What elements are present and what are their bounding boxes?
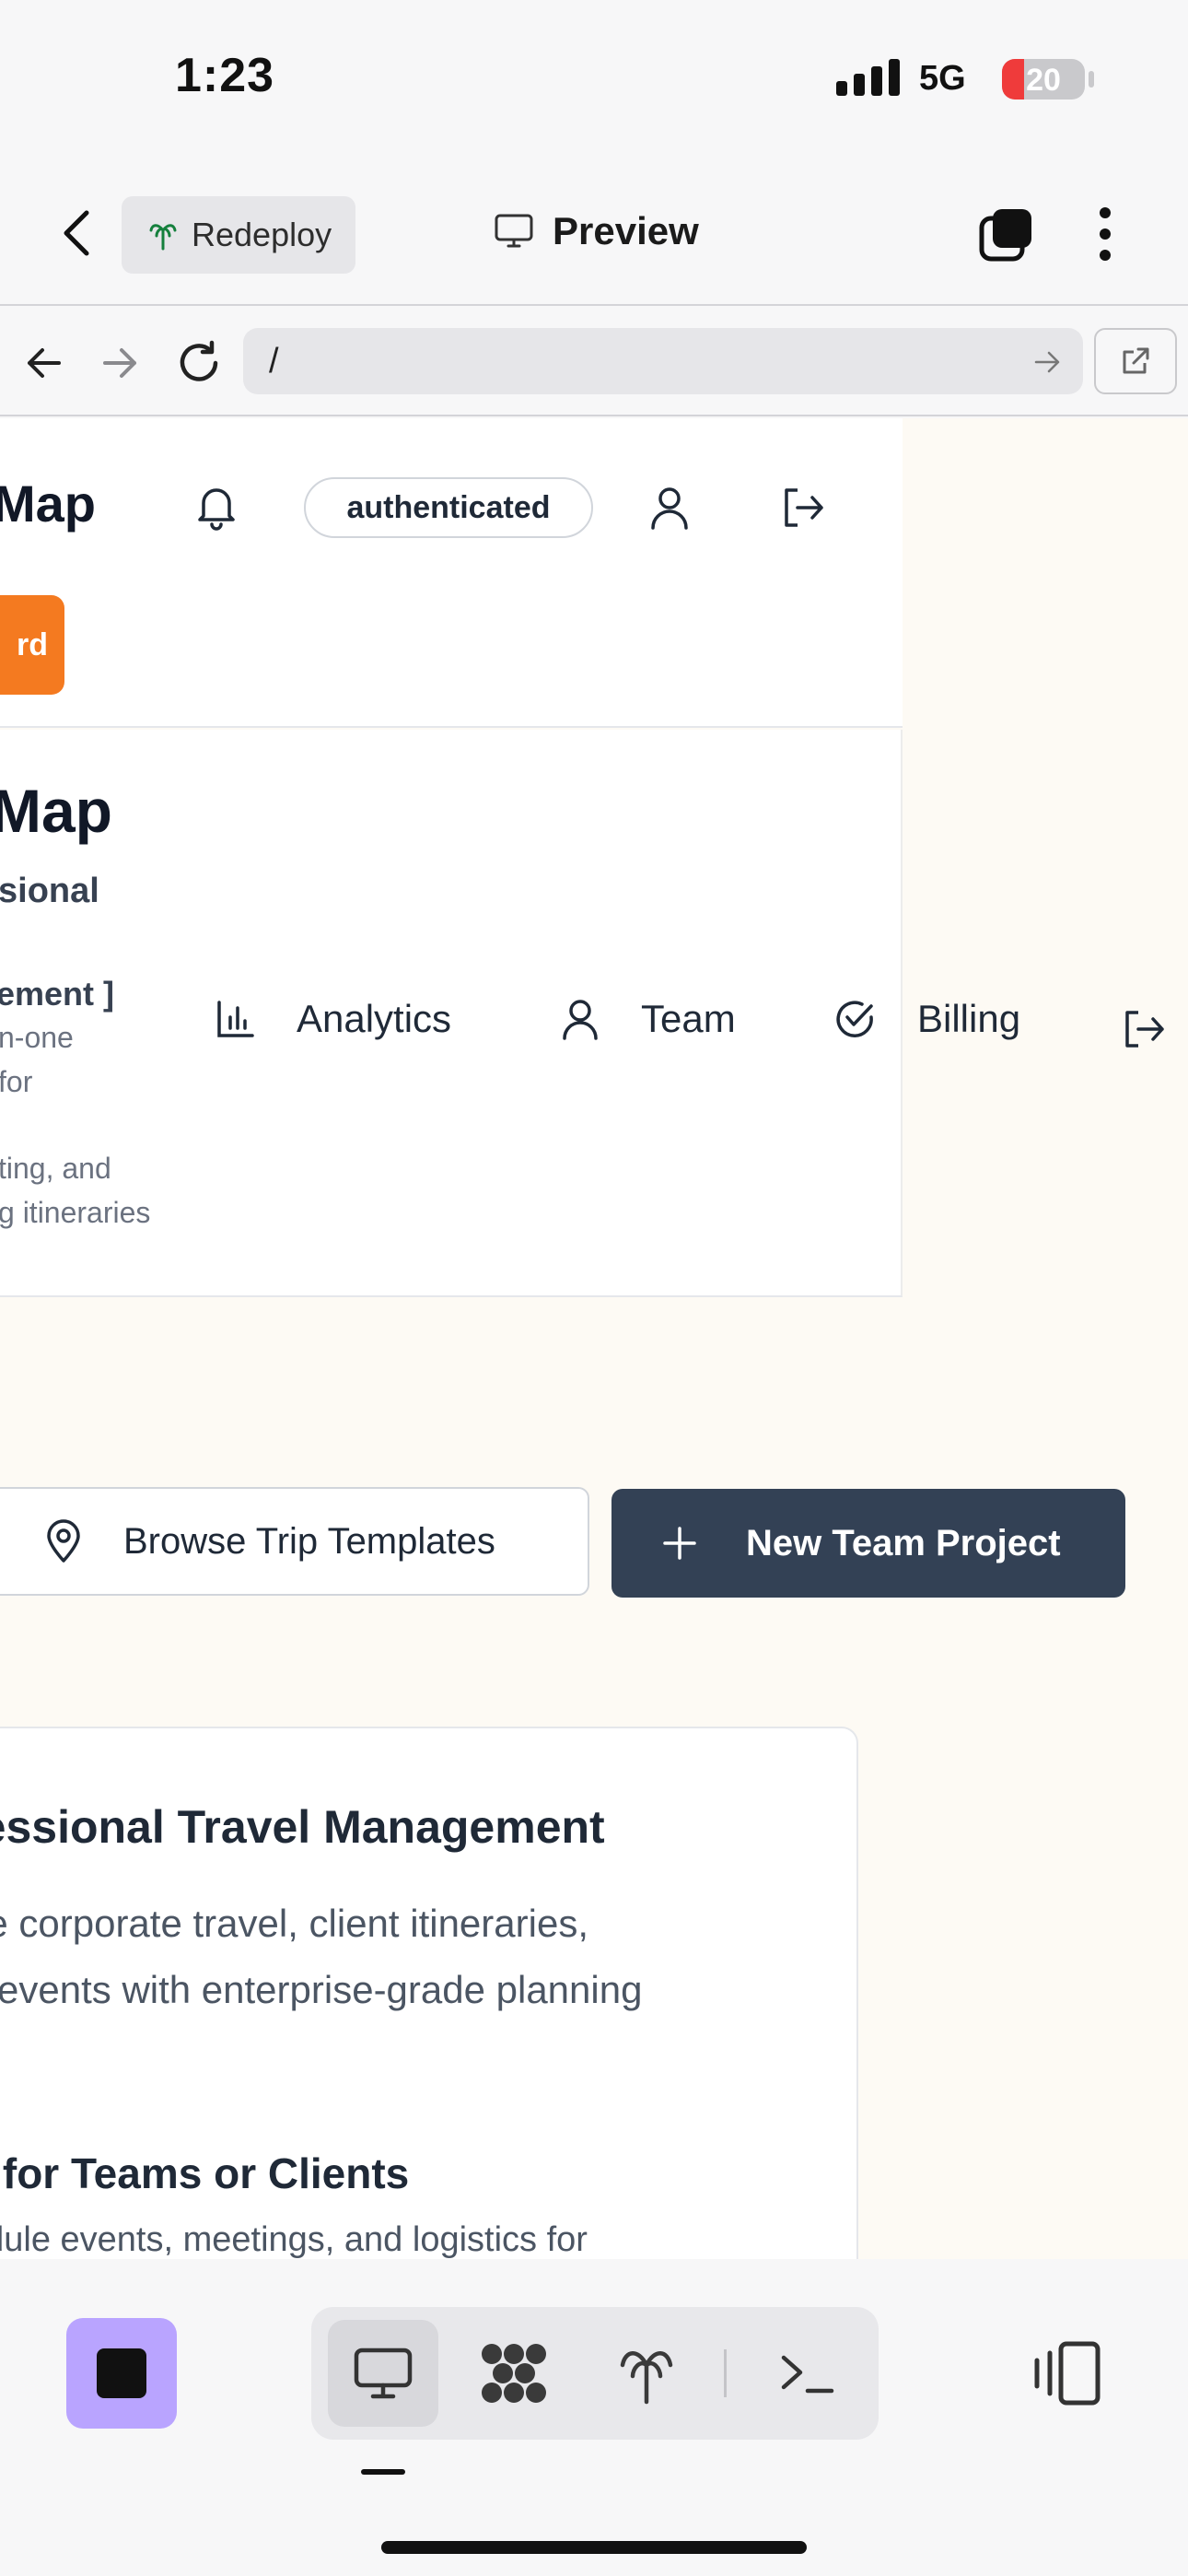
user-icon[interactable] [647, 485, 692, 531]
auth-status-badge: authenticated [304, 477, 593, 538]
hero-description-line: n events with enterprise-grade planning [0, 1968, 643, 2011]
feature-line: n-one [0, 1021, 74, 1054]
more-options-icon[interactable] [1087, 205, 1124, 263]
hero-subheading: n for Teams or Clients [0, 2149, 410, 2197]
workflow-icon [482, 2344, 546, 2403]
active-tab-indicator [361, 2469, 405, 2475]
feature-line: ting, and [0, 1152, 111, 1185]
monitor-icon [354, 2348, 413, 2399]
browser-toolbar: / [0, 308, 1188, 416]
hero-description-line: he corporate travel, client itineraries, [0, 1902, 588, 1945]
status-time: 1:23 [175, 49, 275, 102]
redeploy-button[interactable]: Redeploy [122, 196, 355, 274]
logout-icon[interactable] [1122, 1008, 1166, 1050]
home-indicator [381, 2541, 807, 2554]
battery-icon: 20 [1002, 59, 1085, 100]
sidebar-subtitle: sional [0, 872, 99, 910]
feature-line: for [0, 1065, 33, 1098]
url-input[interactable]: / [243, 328, 1083, 394]
web-preview: Map authenticated rd Map sional ement ] … [0, 418, 1188, 2259]
stop-button[interactable] [66, 2318, 177, 2429]
new-team-project-label: New Team Project [746, 1522, 1061, 1563]
nav-item-label: Billing [917, 997, 1021, 1040]
palm-tree-icon [620, 2351, 673, 2405]
preview-view-button[interactable] [328, 2320, 438, 2427]
segment-divider [724, 2349, 727, 2397]
nav-item-team[interactable]: Team [560, 997, 736, 1041]
hero-title: fessional Travel Management [0, 1801, 605, 1853]
go-arrow-icon[interactable] [1033, 348, 1061, 376]
hero-subheading-text: edule events, meetings, and logistics fo… [0, 2220, 588, 2259]
url-text: / [269, 341, 279, 381]
browse-templates-button[interactable]: Browse Trip Templates [0, 1487, 589, 1596]
workflow-view-button[interactable] [459, 2320, 569, 2427]
site-brand[interactable]: Map [0, 474, 96, 533]
app-header: Redeploy Preview [0, 161, 1188, 306]
stop-icon [97, 2348, 146, 2398]
view-switcher [311, 2307, 879, 2440]
battery-tip [1089, 71, 1094, 88]
network-type: 5G [919, 59, 966, 98]
preview-title: Preview [494, 209, 699, 253]
logout-icon[interactable] [779, 485, 827, 531]
arrow-right-icon[interactable] [99, 343, 140, 383]
nav-item-billing[interactable]: Billing [833, 997, 1020, 1041]
browse-templates-label: Browse Trip Templates [123, 1520, 495, 1562]
palm-tree-icon [149, 224, 177, 251]
terminal-view-button[interactable] [751, 2320, 862, 2427]
monitor-icon [495, 214, 533, 248]
open-external-button[interactable] [1094, 328, 1177, 394]
redeploy-label: Redeploy [192, 216, 332, 253]
bell-icon[interactable] [193, 483, 239, 531]
back-chevron-icon[interactable] [57, 207, 98, 259]
arrow-left-icon[interactable] [24, 343, 64, 383]
hero-card: fessional Travel Management he corporate… [0, 1727, 858, 2259]
bar-chart-icon [217, 1001, 254, 1037]
signal-icon [836, 59, 900, 96]
status-bar: 1:23 5G 20 [0, 0, 1188, 161]
plus-icon [663, 1527, 696, 1560]
nav-item-label: Analytics [297, 997, 452, 1040]
device-toggle-icon[interactable] [1030, 2338, 1103, 2408]
sidebar-panel: Map sional ement ] n-one for ting, and g… [0, 730, 1020, 1297]
check-circle-icon [836, 1001, 873, 1037]
new-team-project-button[interactable]: New Team Project [611, 1489, 1125, 1598]
dashboard-button[interactable]: rd [0, 595, 64, 695]
map-pin-icon [47, 1519, 80, 1563]
feature-label: ement ] [0, 975, 115, 1013]
user-icon [563, 1000, 598, 1040]
hero-description: he corporate travel, client itineraries,… [0, 1891, 642, 2023]
tabs-icon[interactable] [978, 205, 1035, 263]
nav-item-analytics[interactable]: Analytics [215, 997, 451, 1041]
feature-line: g itineraries [0, 1196, 151, 1229]
battery-level: 20 [1026, 63, 1061, 98]
bottom-toolbar [0, 2259, 1188, 2576]
external-link-icon [1123, 347, 1149, 374]
deploy-view-button[interactable] [591, 2320, 702, 2427]
nav-item-label: Team [641, 997, 736, 1040]
terminal-icon [781, 2355, 834, 2394]
site-navbar: Map authenticated rd [0, 418, 903, 728]
sidebar-title: Map [0, 777, 112, 845]
preview-label: Preview [553, 209, 699, 252]
reload-icon[interactable] [175, 339, 223, 387]
